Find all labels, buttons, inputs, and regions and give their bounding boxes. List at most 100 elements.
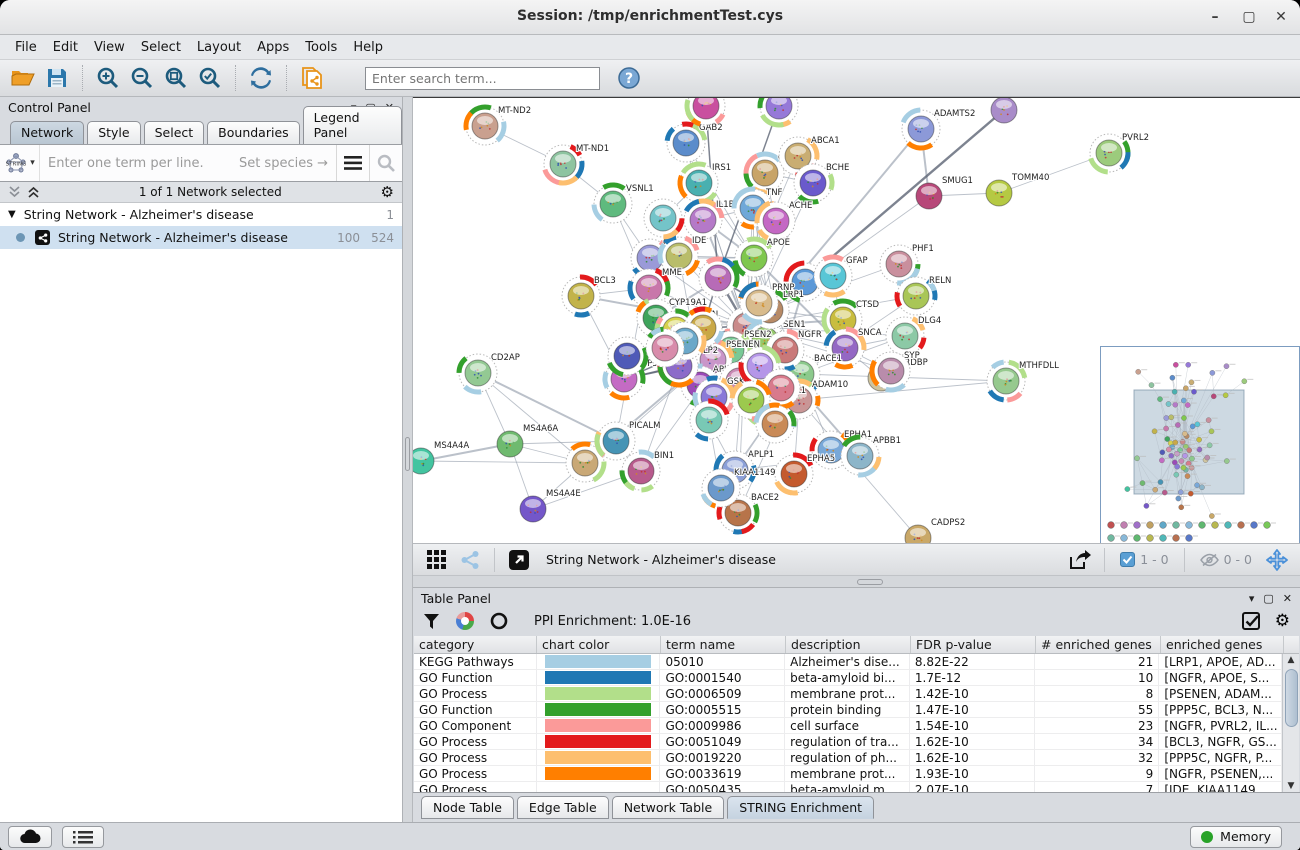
species-hint[interactable]: Set species → (239, 156, 328, 171)
open-session-button[interactable] (8, 64, 38, 92)
network-node[interactable]: ADAMTS2 (902, 109, 975, 148)
save-session-button[interactable] (42, 64, 72, 92)
menu-tools[interactable]: Tools (298, 37, 344, 58)
menu-layout[interactable]: Layout (190, 37, 248, 58)
enrichment-row[interactable]: GO ProcessGO:0006509membrane prot...1.42… (414, 686, 1282, 702)
enrichment-row[interactable]: GO ProcessGO:0033619membrane prot...1.93… (414, 766, 1282, 782)
scrollbar-thumb[interactable] (1285, 669, 1298, 727)
network-node[interactable]: PHF1 (880, 244, 934, 283)
enrichment-row[interactable]: GO ProcessGO:0051049regulation of tra...… (414, 734, 1282, 750)
table-panel-menu-icon[interactable]: ▾ (1249, 592, 1255, 605)
network-node[interactable]: CADPS2 (905, 518, 965, 543)
network-node[interactable]: APBB1 (841, 436, 901, 475)
tab-legend-panel[interactable]: Legend Panel (303, 106, 402, 144)
network-node[interactable]: MS4A6A (497, 424, 558, 457)
network-node[interactable]: IRS1 (680, 163, 731, 202)
network-node[interactable]: MT-ND1 (544, 144, 609, 183)
network-node[interactable] (644, 199, 682, 237)
network-node[interactable]: CD2AP (459, 353, 520, 392)
table-settings-gear-icon[interactable]: ⚙ (1275, 613, 1290, 630)
network-node[interactable] (687, 98, 725, 125)
network-node[interactable]: BCHE (794, 163, 849, 202)
network-canvas[interactable]: MT-ND2MT-ND1VSNL1GAB2IRS1CHATABCA1BCHEIL… (413, 97, 1300, 543)
network-node[interactable]: MTHFDLL (987, 361, 1059, 400)
network-node[interactable]: MT-ND2 (466, 106, 531, 145)
string-search-icon[interactable] (369, 145, 402, 181)
maximize-button[interactable]: ▢ (1236, 6, 1262, 28)
enrichment-row[interactable]: KEGG Pathways05010Alzheimer's dise...8.8… (414, 654, 1282, 670)
memory-button[interactable]: Memory (1190, 826, 1282, 848)
refresh-icon[interactable] (246, 64, 276, 92)
network-node[interactable]: SYP (872, 351, 920, 390)
zoom-in-icon[interactable] (93, 64, 123, 92)
birds-eye-view[interactable] (1100, 346, 1300, 543)
collection-expander-icon[interactable]: ▼ (8, 209, 16, 220)
tab-network-table[interactable]: Network Table (612, 796, 725, 819)
tab-boundaries[interactable]: Boundaries (207, 121, 299, 144)
grid-view-icon[interactable] (421, 546, 451, 574)
tab-string-enrichment[interactable]: STRING Enrichment (727, 796, 874, 819)
selected-checkbox-icon[interactable] (1120, 552, 1135, 567)
menu-file[interactable]: File (8, 37, 44, 58)
table-panel-close-icon[interactable]: ✕ (1283, 592, 1292, 605)
tab-network[interactable]: Network (10, 121, 84, 144)
zoom-fit-icon[interactable] (161, 64, 191, 92)
expand-all-icon[interactable] (27, 186, 40, 198)
vertical-splitter[interactable] (403, 97, 413, 822)
column-header-enriched-genes[interactable]: enriched genes (1161, 636, 1284, 653)
network-node[interactable]: BCL3 (562, 276, 616, 315)
network-node[interactable] (756, 405, 794, 443)
network-node[interactable]: IL1B (684, 200, 735, 239)
network-row[interactable]: String Network - Alzheimer's disease 100… (0, 226, 402, 249)
minimize-button[interactable]: – (1202, 6, 1228, 28)
menu-view[interactable]: View (87, 37, 132, 58)
export-network-icon[interactable] (1065, 546, 1095, 574)
menu-help[interactable]: Help (346, 37, 390, 58)
network-node[interactable]: TOMM40 (986, 173, 1049, 206)
search-input[interactable] (365, 67, 600, 90)
column-header-category[interactable]: category (414, 636, 537, 653)
help-icon[interactable]: ? (614, 64, 644, 92)
string-dropdown-caret[interactable]: ▾ (30, 158, 35, 168)
column-header-description[interactable]: description (786, 636, 911, 653)
menu-edit[interactable]: Edit (46, 37, 85, 58)
column-header-chart-color[interactable]: chart color (537, 636, 661, 653)
tab-node-table[interactable]: Node Table (421, 796, 514, 819)
chart-color-icon[interactable] (456, 612, 474, 630)
select-rows-checkbox-icon[interactable] (1242, 612, 1261, 631)
network-node[interactable]: DLG4 (886, 316, 941, 355)
network-node[interactable] (760, 98, 798, 125)
string-query-input[interactable]: Enter one term per line. Set species → (40, 145, 336, 181)
filter-icon[interactable] (423, 613, 440, 630)
network-node[interactable]: BIN1 (622, 451, 674, 490)
table-scrollbar[interactable]: ▲ ▼ (1282, 654, 1299, 792)
string-options-icon[interactable] (336, 145, 369, 181)
network-node[interactable]: APOE (735, 238, 790, 277)
remove-chart-icon[interactable] (490, 612, 508, 630)
scroll-up-icon[interactable]: ▲ (1288, 654, 1295, 666)
column-header-term-name[interactable]: term name (661, 636, 786, 653)
column-header--enriched-genes[interactable]: # enriched genes (1036, 636, 1161, 653)
network-node[interactable] (991, 98, 1017, 123)
hidden-eye-icon[interactable] (1200, 553, 1219, 567)
network-node[interactable]: RELN (897, 276, 951, 315)
cloud-tasks-button[interactable] (8, 826, 52, 848)
table-panel-float-icon[interactable]: ▢ (1263, 592, 1273, 605)
enrichment-row[interactable]: GO FunctionGO:0005515protein binding1.47… (414, 702, 1282, 718)
menu-apps[interactable]: Apps (250, 37, 296, 58)
network-node[interactable] (646, 329, 684, 367)
zoom-out-icon[interactable] (127, 64, 157, 92)
tab-select[interactable]: Select (144, 121, 205, 144)
menu-select[interactable]: Select (134, 37, 188, 58)
tab-style[interactable]: Style (87, 121, 140, 144)
close-button[interactable]: ✕ (1268, 6, 1294, 28)
network-node[interactable]: ACHE (757, 201, 812, 240)
task-history-button[interactable] (62, 826, 104, 848)
network-node[interactable]: GAB2 (667, 123, 723, 162)
network-node[interactable]: MS4A4E (520, 489, 581, 522)
network-node[interactable]: EPHA5 (775, 454, 835, 493)
network-node[interactable]: GFAP (814, 256, 868, 295)
title-bar[interactable]: Session: /tmp/enrichmentTest.cys – ▢ ✕ (0, 0, 1300, 35)
network-node[interactable] (690, 401, 728, 439)
network-node[interactable]: PVRL2 (1090, 133, 1149, 172)
